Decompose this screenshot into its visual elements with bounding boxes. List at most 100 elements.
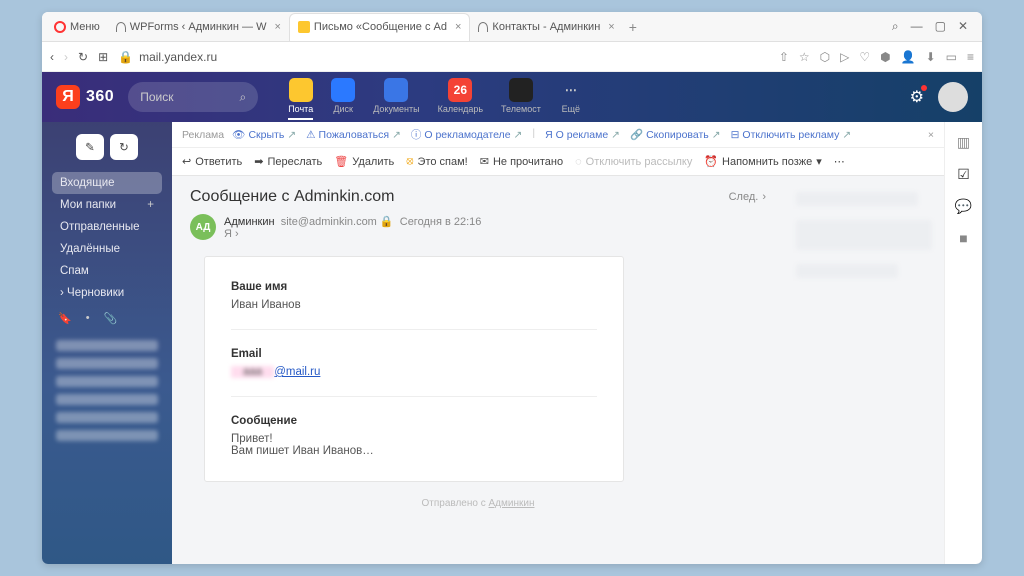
message-footer: Отправлено с Админкин (190, 498, 766, 509)
attach-icon[interactable]: 📎 (104, 312, 118, 325)
sender-avatar: АД (190, 214, 216, 240)
forward-button[interactable]: ➡ Переслать (254, 155, 322, 168)
chevron-right-icon[interactable]: › (235, 228, 239, 240)
browser-tab-1[interactable]: Письмо «Сообщение с Ad× (289, 13, 471, 41)
menu-icon[interactable]: ≡ (967, 50, 974, 64)
message-body-card: Ваше имя Иван Иванов Email aaa@mail.ru С… (204, 256, 624, 482)
back-icon[interactable]: ‹ (50, 50, 54, 64)
ad-action[interactable]: Я О рекламе ↗ (545, 127, 620, 142)
lock-icon: 🔒 (118, 50, 133, 64)
ad-action[interactable]: 👁 Скрыть ↗ (232, 127, 296, 142)
search-icon[interactable]: ⌕ (892, 19, 899, 34)
ad-action[interactable]: ⚠ Пожаловаться ↗ (306, 127, 401, 142)
share-icon[interactable]: ⇧ (779, 50, 789, 64)
new-tab-button[interactable]: + (629, 19, 637, 35)
service-icon (509, 78, 533, 102)
rail-check-icon[interactable]: ☑ (956, 166, 972, 182)
folder-Удалённые[interactable]: Удалённые (52, 238, 162, 260)
field-label-email: Email (231, 348, 597, 360)
ad-action[interactable]: ⊟ Отключить рекламу ↗ (731, 127, 852, 142)
service-icon (331, 78, 355, 102)
browser-menu[interactable]: Меню (46, 13, 108, 41)
add-folder-icon[interactable]: + (147, 199, 154, 211)
field-value-email[interactable]: @mail.ru (274, 366, 320, 378)
message-date: Сегодня в 22:16 (400, 216, 482, 228)
ad-action[interactable]: ⓘ О рекламодателе ↗ (411, 127, 522, 142)
mail-toolbar: ↩ Ответить ➡ Переслать 🗑 Удалить ⦻ Это с… (172, 148, 944, 176)
service-icon: 26 (448, 78, 472, 102)
reply-button[interactable]: ↩ Ответить (182, 155, 242, 168)
maximize-icon[interactable]: ▢ (935, 19, 946, 34)
search-input[interactable]: Поиск ⌕ (128, 82, 258, 112)
service-Документы[interactable]: Документы (373, 78, 419, 116)
page-icon (116, 22, 126, 32)
unsubscribe-button[interactable]: ◌ Отключить рассылку (575, 156, 692, 168)
search-icon: ⌕ (239, 90, 246, 105)
sender-name: Админкин (224, 216, 275, 228)
rail-video-icon[interactable]: ■ (956, 230, 972, 246)
apps-icon[interactable]: ⊞ (98, 50, 108, 64)
profile-icon[interactable]: 👤 (901, 50, 916, 64)
address-bar: ‹ › ↻ ⊞ 🔒 mail.yandex.ru ⇧ ☆ ⬡ ▷ ♡ ⬢ 👤 ⬇… (42, 42, 982, 72)
rail-box-icon[interactable]: ▥ (956, 134, 972, 150)
folder-Черновики[interactable]: › Черновики (52, 282, 162, 304)
yandex-header: Я 360 Поиск ⌕ Почта Диск Документы 26Календ… (42, 72, 982, 122)
star-icon[interactable]: ☆ (799, 50, 810, 64)
field-label-message: Сообщение (231, 415, 597, 427)
heart-icon[interactable]: ♡ (859, 50, 870, 64)
ad-label: Реклама (182, 129, 224, 141)
battery-icon[interactable]: ▭ (946, 50, 957, 64)
bookmark-icon[interactable]: 🔖 (58, 312, 72, 325)
minimize-icon[interactable]: — (911, 19, 923, 34)
browser-tab-0[interactable]: WPForms ‹ Админкин — W× (108, 13, 289, 41)
message-subject: Сообщение с Adminkin.com (190, 188, 394, 206)
close-icon[interactable]: × (455, 21, 461, 33)
service-Календарь[interactable]: 26Календарь (438, 78, 483, 116)
folder-Мои папки[interactable]: Мои папки+ (52, 194, 162, 216)
settings-icon[interactable]: ⚙ (910, 87, 924, 107)
lock-icon: 🔒 (380, 216, 394, 228)
dot-icon[interactable]: • (86, 312, 90, 325)
url-field[interactable]: 🔒 mail.yandex.ru (118, 50, 769, 64)
close-icon[interactable]: × (608, 21, 614, 33)
yandex-logo[interactable]: Я 360 (56, 85, 114, 109)
folder-Отправленные[interactable]: Отправленные (52, 216, 162, 238)
field-value-message: Привет! Вам пишет Иван Иванов… (231, 433, 597, 457)
delete-button[interactable]: 🗑 Удалить (334, 155, 394, 168)
cube-icon[interactable]: ⬢ (880, 50, 890, 64)
ad-action[interactable]: 🔗 Скопировать ↗ (630, 127, 721, 142)
service-Диск[interactable]: Диск (331, 78, 355, 116)
refresh-button[interactable]: ↻ (110, 134, 138, 160)
ad-close-icon[interactable]: × (928, 129, 934, 141)
sender-email: site@adminkin.com (281, 216, 377, 228)
remind-button[interactable]: ⏰ Напомнить позже ▾ (704, 155, 821, 168)
folder-Входящие[interactable]: Входящие (52, 172, 162, 194)
folder-Спам[interactable]: Спам (52, 260, 162, 282)
avatar[interactable] (938, 82, 968, 112)
next-message-link[interactable]: След. › (729, 191, 766, 203)
close-window-icon[interactable]: ✕ (958, 19, 968, 34)
field-label-name: Ваше имя (231, 281, 597, 293)
spam-button[interactable]: ⦻ Это спам! (406, 155, 467, 168)
reload-icon[interactable]: ↻ (78, 50, 88, 64)
more-button[interactable]: ⋯ (834, 155, 845, 168)
page-icon (478, 22, 488, 32)
compose-button[interactable]: ✎ (76, 134, 104, 160)
service-icon (289, 78, 313, 102)
shield-icon[interactable]: ⬡ (820, 50, 830, 64)
close-icon[interactable]: × (274, 21, 280, 33)
rail-chat-icon[interactable]: 💬 (956, 198, 972, 214)
service-icon: ⋯ (559, 78, 583, 102)
service-Почта[interactable]: Почта (288, 78, 313, 120)
ad-bar: Реклама 👁 Скрыть ↗ ⚠ Пожаловаться ↗ ⓘ О ре… (172, 122, 944, 148)
browser-tab-2[interactable]: Контакты - Админкин× (470, 13, 622, 41)
unread-button[interactable]: ✉ Не прочитано (480, 155, 563, 168)
service-Телемост[interactable]: Телемост (501, 78, 541, 116)
message-side-panel (784, 176, 944, 564)
play-icon[interactable]: ▷ (840, 50, 849, 64)
mail-icon (298, 21, 310, 33)
service-Ещё[interactable]: ⋯Ещё (559, 78, 583, 116)
forward-icon[interactable]: › (64, 50, 68, 64)
download-icon[interactable]: ⬇ (926, 50, 936, 64)
yandex-logo-icon: Я (56, 85, 80, 109)
